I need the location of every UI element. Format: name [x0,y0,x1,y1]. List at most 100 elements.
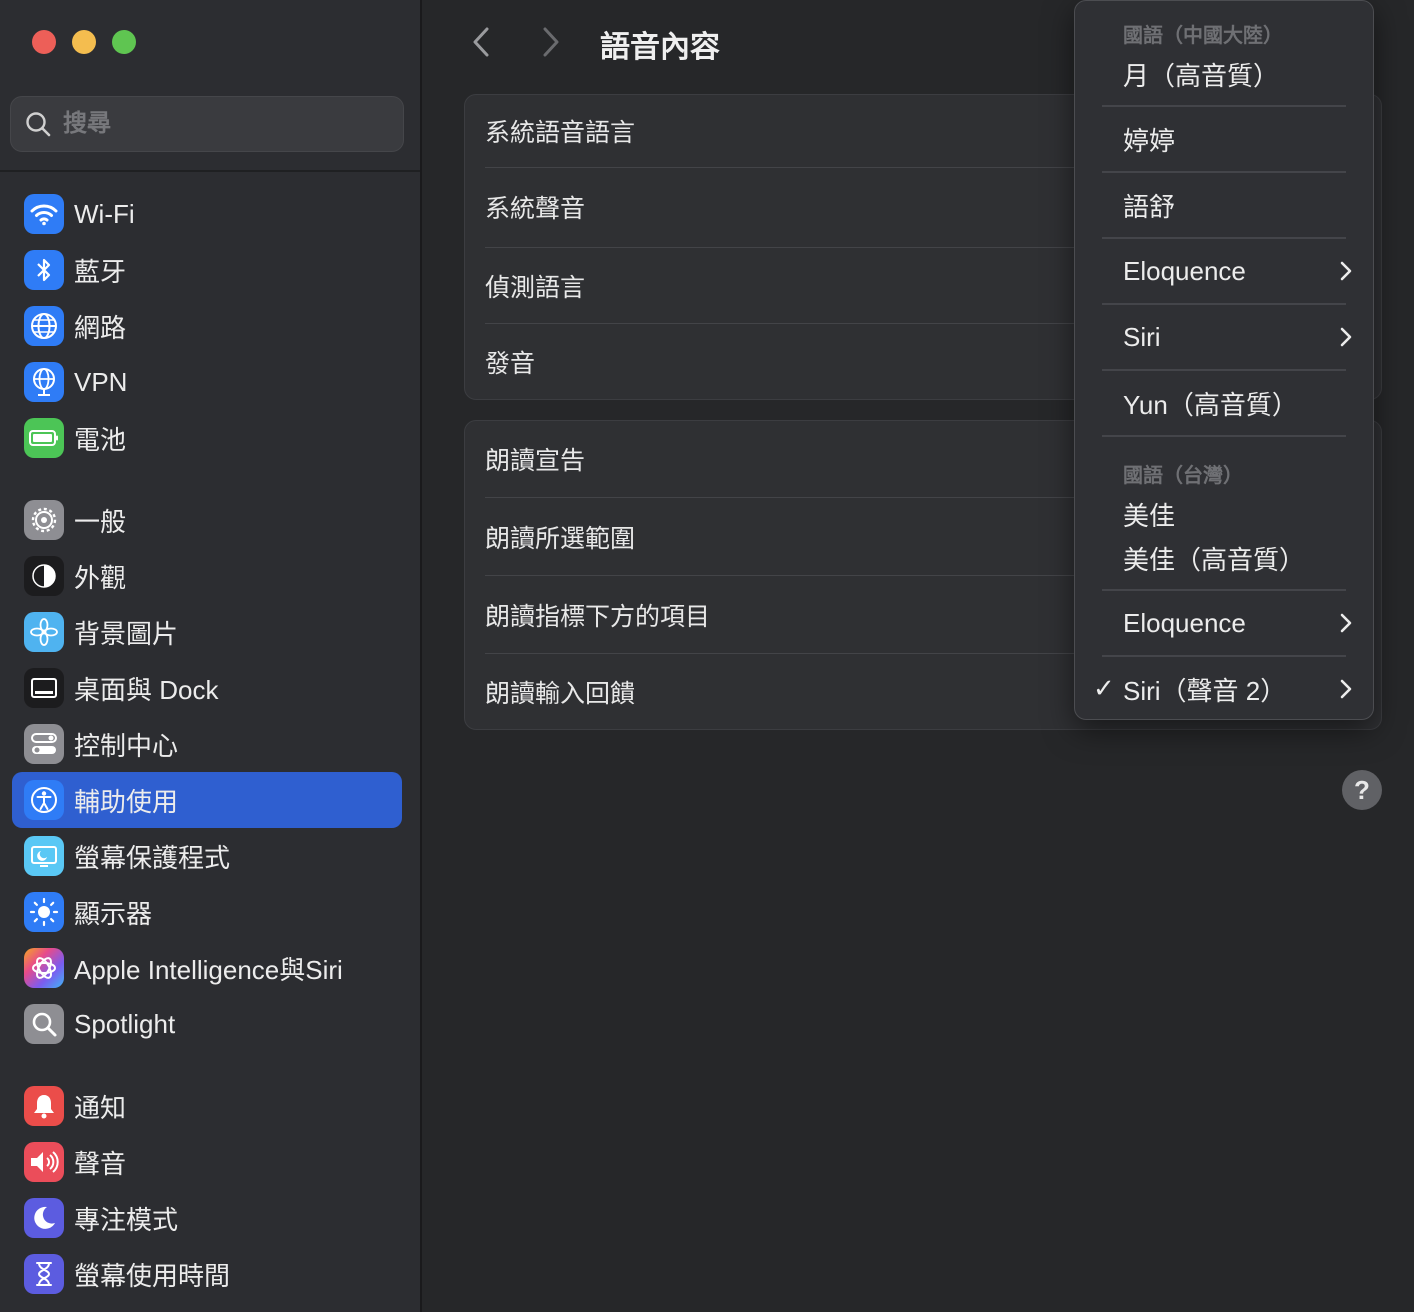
sidebar-item-label: Spotlight [74,1008,176,1039]
menu-item-label: Yun（高音質） [1123,389,1298,420]
row-label: 偵測語言 [485,274,586,302]
sidebar-item-desktop-dock[interactable]: 桌面與 Dock [12,660,402,716]
sidebar-item-label: 顯示器 [74,898,153,929]
row-label: 系統聲音 [485,195,586,223]
menu-item-label: 美佳 [1123,500,1176,531]
sidebar-item-vpn[interactable]: VPN [12,354,402,410]
menu-item-label: Siri [1123,321,1161,352]
apple-intelligence-icon [24,948,64,988]
sidebar-item-general[interactable]: 一般 [12,492,402,548]
sidebar-item-label: 桌面與 Dock [74,674,219,705]
search-icon [26,112,51,137]
sidebar-item-spotlight[interactable]: Spotlight [12,996,402,1052]
menu-item-tingting[interactable]: 婷婷 [1123,115,1353,163]
sidebar-item-sound[interactable]: 聲音 [12,1134,402,1190]
sidebar-item-label: 網路 [74,312,127,343]
menu-item-siri-voice2[interactable]: Siri（聲音 2） [1123,665,1353,713]
sidebar-item-wallpaper[interactable]: 背景圖片 [12,604,402,660]
zoom-window-button[interactable] [112,30,136,54]
dock-icon [24,668,64,708]
row-label: 朗讀指標下方的項目 [485,603,711,631]
minimize-window-button[interactable] [72,30,96,54]
row-label: 朗讀所選範圍 [485,525,636,553]
sidebar-item-network[interactable]: 網路 [12,298,402,354]
magnifier-icon [24,1004,64,1044]
battery-icon [24,418,64,458]
menu-item-eloquence-tw[interactable]: Eloquence [1123,599,1353,647]
help-button[interactable]: ? [1342,770,1382,810]
search-input[interactable] [63,110,363,138]
chevron-right-icon [1340,261,1352,281]
sidebar-item-screensaver[interactable]: 螢幕保護程式 [12,828,402,884]
sidebar-divider [0,170,420,172]
menu-item-yue-hq[interactable]: 月（高音質） [1123,55,1353,93]
page-title: 語音內容 [600,31,720,64]
sidebar-item-label: 外觀 [74,562,127,593]
flower-icon [24,612,64,652]
wifi-icon [24,194,64,234]
sidebar-item-label: VPN [74,366,128,397]
sidebar-item-focus[interactable]: 專注模式 [12,1190,402,1246]
search-field[interactable] [10,96,404,152]
forward-button[interactable] [536,24,566,60]
bell-icon [24,1086,64,1126]
screensaver-icon [24,836,64,876]
globe-icon [24,306,64,346]
vpn-globe-icon [24,362,64,402]
sidebar-item-control-center[interactable]: 控制中心 [12,716,402,772]
menu-item-label: Siri（聲音 2） [1123,675,1287,706]
sidebar-item-screen-time[interactable]: 螢幕使用時間 [12,1246,402,1302]
sidebar-item-appearance[interactable]: 外觀 [12,548,402,604]
window-controls [32,30,136,54]
menu-divider [1102,303,1346,305]
menu-item-yun-hq[interactable]: Yun（高音質） [1123,379,1353,427]
sidebar-item-label: 螢幕使用時間 [74,1260,231,1291]
sidebar-item-displays[interactable]: 顯示器 [12,884,402,940]
sidebar-item-label: Apple Intelligence與Siri [74,954,343,985]
moon-icon [24,1198,64,1238]
bluetooth-icon [24,250,64,290]
menu-item-meijia-hq[interactable]: 美佳（高音質） [1123,537,1353,579]
sidebar-item-label: 電池 [74,424,127,455]
menu-section-header-mandarin-china: 國語（中國大陸） [1123,25,1283,47]
sun-icon [24,892,64,932]
sidebar-item-notifications[interactable]: 通知 [12,1078,402,1134]
sidebar-item-label: 一般 [74,506,127,537]
row-label: 系統語音語言 [485,119,636,147]
menu-divider [1102,435,1346,437]
sidebar-item-label: 聲音 [74,1148,127,1179]
sidebar-item-battery[interactable]: 電池 [12,410,402,466]
menu-divider [1102,237,1346,239]
sidebar-item-wifi[interactable]: Wi-Fi [12,186,402,242]
menu-item-label: 月（高音質） [1123,60,1280,91]
menu-item-meijia[interactable]: 美佳 [1123,493,1353,535]
speaker-icon [24,1142,64,1182]
menu-item-label: 美佳（高音質） [1123,544,1306,575]
sidebar-item-accessibility[interactable]: 輔助使用 [12,772,402,828]
menu-section-header-mandarin-taiwan: 國語（台灣） [1123,465,1243,487]
menu-item-eloquence[interactable]: Eloquence [1123,247,1353,295]
back-button[interactable] [466,24,496,60]
menu-item-label: Eloquence [1123,255,1246,286]
menu-item-yushu[interactable]: 語舒 [1123,181,1353,229]
appearance-icon [24,556,64,596]
row-label: 朗讀宣告 [485,447,586,475]
menu-item-siri[interactable]: Siri [1123,313,1353,361]
sidebar-item-label: 專注模式 [74,1204,179,1235]
chevron-right-icon [1340,679,1352,699]
menu-divider [1102,589,1346,591]
sidebar-item-label: 輔助使用 [74,786,179,817]
close-window-button[interactable] [32,30,56,54]
menu-item-label: 婷婷 [1123,125,1176,156]
voice-dropdown-menu: 國語（中國大陸） 月（高音質） 婷婷 語舒 Eloquence Siri Yun… [1074,0,1374,720]
sidebar-item-apple-intelligence-siri[interactable]: Apple Intelligence與Siri [12,940,402,996]
menu-divider [1102,369,1346,371]
menu-divider [1102,171,1346,173]
chevron-right-icon [1340,327,1352,347]
sidebar-item-bluetooth[interactable]: 藍牙 [12,242,402,298]
menu-divider [1102,105,1346,107]
sidebar-item-label: Wi-Fi [74,198,135,229]
hourglass-icon [24,1254,64,1294]
sidebar-item-label: 控制中心 [74,730,179,761]
chevron-right-icon [543,27,559,57]
